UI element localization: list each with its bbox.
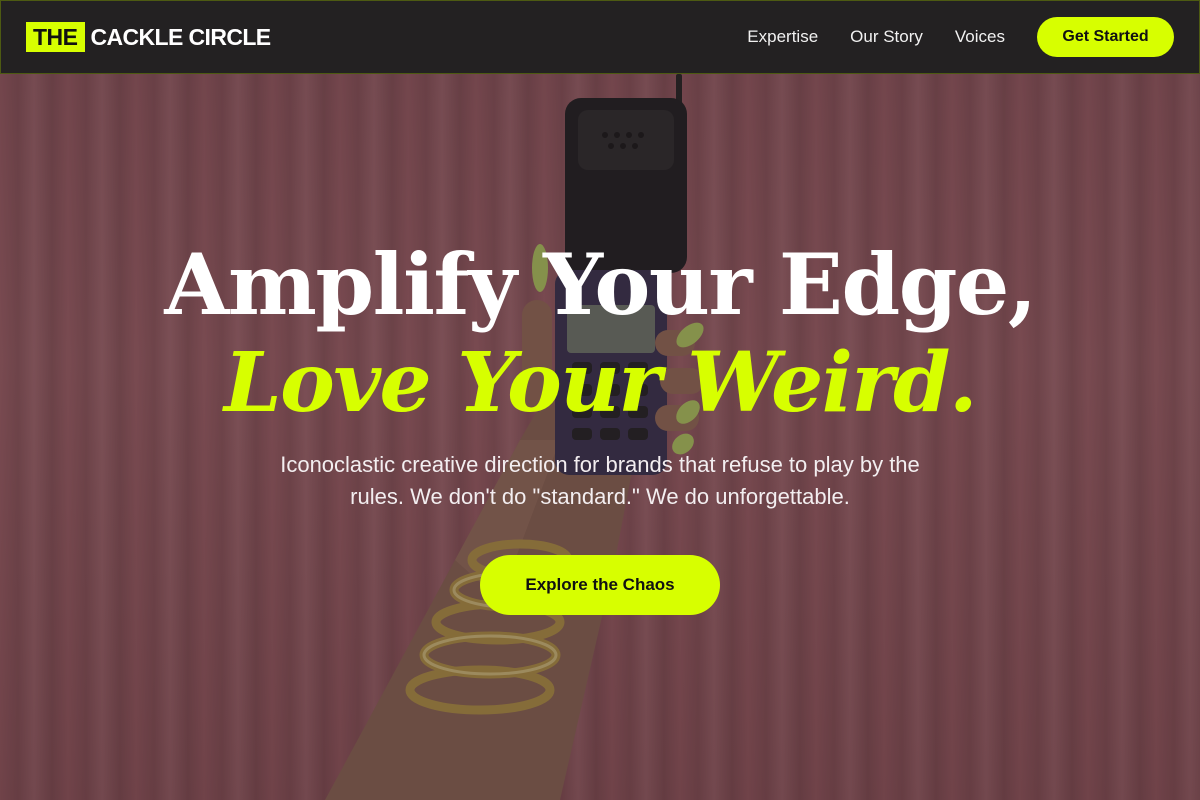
headline-line-1: Amplify Your Edge, [164,235,1037,334]
headline-line-2: Love Your Weird. [224,335,978,431]
logo-text: CACKLE CIRCLE [90,23,272,50]
explore-the-chaos-button[interactable]: Explore the Chaos [480,555,720,615]
nav-link-expertise[interactable]: Expertise [747,27,818,47]
hero-subtitle: Iconoclastic creative direction for bran… [280,452,920,509]
top-navbar: THE CACKLE CIRCLE Expertise Our Story Vo… [0,0,1200,74]
nav-link-voices[interactable]: Voices [955,27,1005,47]
hero-section: Amplify Your Edge, Love Your Weird. Icon… [0,235,1200,615]
main-nav: Expertise Our Story Voices Get Started [747,17,1174,57]
hero-headline: Amplify Your Edge, Love Your Weird. [0,235,1200,431]
landing-page: THE CACKLE CIRCLE Expertise Our Story Vo… [0,0,1200,800]
logo-mark: THE [26,22,85,52]
get-started-button[interactable]: Get Started [1037,17,1174,57]
brand-logo[interactable]: THE CACKLE CIRCLE [26,22,271,52]
nav-link-our-story[interactable]: Our Story [850,27,923,47]
